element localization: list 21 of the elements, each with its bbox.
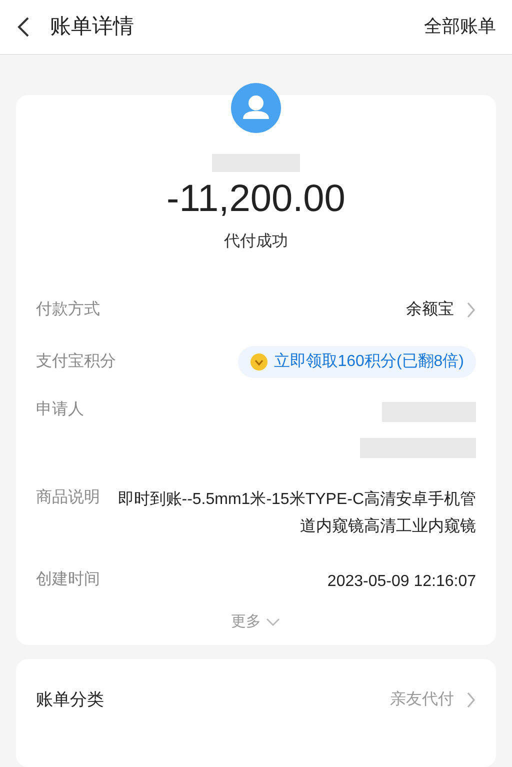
detail-label: 创建时间 (36, 570, 100, 590)
amount: -11,200.00 (166, 176, 346, 222)
back-icon[interactable] (16, 16, 30, 38)
detail-label: 商品说明 (36, 488, 100, 508)
chevron-right-icon (466, 691, 476, 710)
detail-value: 2023-05-09 12:16:07 (327, 572, 476, 592)
detail-label: 支付宝积分 (36, 352, 116, 372)
detail-label: 账单分类 (36, 689, 104, 712)
detail-link[interactable]: 余额宝 (406, 298, 476, 322)
coin-icon (250, 352, 268, 371)
page-title: 账单详情 (50, 14, 134, 40)
detail-label: 付款方式 (36, 300, 100, 320)
all-bills-link[interactable]: 全部账单 (424, 13, 496, 40)
chevron-right-icon (466, 300, 476, 319)
detail-value: 即时到账--5.5mm1米-15米TYPE-C高清安卓手机管道内窥镜高清工业内窥镜 (116, 490, 476, 537)
detail-label: 申请人 (36, 400, 84, 420)
chevron-down-icon (265, 617, 281, 628)
payment-status: 代付成功 (224, 232, 288, 252)
detail-link[interactable]: 亲友代付 (390, 688, 476, 712)
more-button[interactable]: 更多 (231, 610, 281, 634)
points-badge[interactable]: 立即领取160积分(已翻8倍) (238, 346, 476, 378)
